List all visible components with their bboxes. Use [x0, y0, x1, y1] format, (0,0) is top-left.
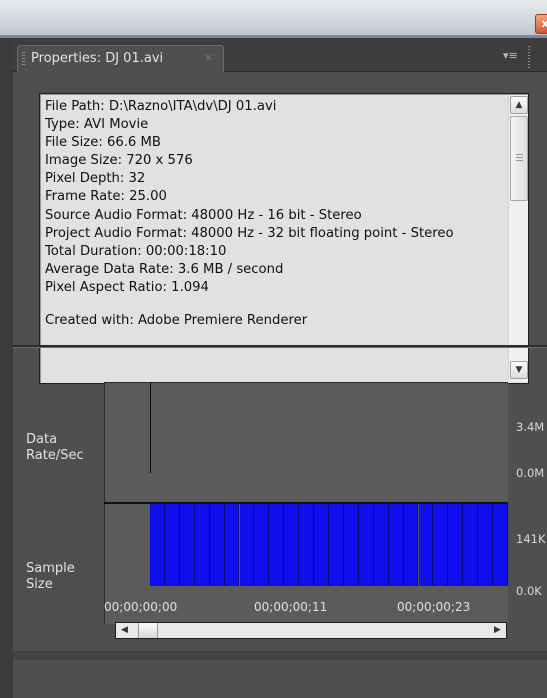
sample-size-bar: [448, 504, 464, 586]
prop-pixel-depth: Pixel Depth: 32: [45, 171, 146, 187]
prop-frame-rate: Frame Rate: 25.00: [45, 189, 167, 205]
data-rate-label-line2: Rate/Sec: [26, 448, 84, 463]
window-title-strip: [0, 0, 547, 38]
data-rate-label-line1: Data: [26, 432, 58, 447]
sample-size-bar: [373, 504, 389, 586]
sample-size-bar: [433, 504, 449, 586]
prop-image-size: Image Size: 720 x 576: [45, 153, 193, 169]
data-rate-row-label: Data Rate/Sec: [26, 432, 84, 464]
prop-average-data-rate: Average Data Rate: 3.6 MB / second: [45, 261, 284, 277]
sample-size-bar: [284, 504, 300, 586]
timecode-label: 00;00;00;23: [397, 600, 471, 614]
timeline-scrollbar[interactable]: ◀ ▶: [115, 622, 507, 639]
properties-text: File Path: D:\Razno\ITA\dv\DJ 01.avi Typ…: [45, 98, 505, 330]
sample-size-bar: [150, 504, 165, 586]
sample-size-row-label: Sample Size: [26, 561, 75, 593]
sample-size-bar: [254, 504, 270, 586]
sample-size-bar: [314, 504, 329, 586]
sample-size-bar: [329, 504, 344, 586]
tab-grip-icon[interactable]: [22, 52, 25, 66]
sample-size-bar: [463, 504, 479, 586]
sample-size-bar: [164, 504, 180, 586]
tab-close-icon[interactable]: ×: [204, 51, 213, 64]
scroll-up-arrow-icon[interactable]: ▲: [510, 96, 528, 114]
timecode-label: 00;00;00;11: [254, 600, 328, 614]
panel-tab-bar: Properties: DJ 01.avi × ▾≡: [13, 38, 547, 72]
data-rate-spike: [150, 382, 151, 473]
sample-size-bar: [403, 504, 419, 586]
sample-size-label-line1: Sample: [26, 561, 75, 576]
prop-pixel-aspect-ratio: Pixel Aspect Ratio: 1.094: [45, 279, 209, 295]
sample-size-bars: [150, 504, 508, 586]
sample-size-min-value: 0.0K: [516, 584, 542, 598]
prop-type: Type: AVI Movie: [45, 117, 149, 133]
prop-source-audio-format: Source Audio Format: 48000 Hz - 16 bit -…: [45, 207, 362, 223]
timecode-label: 00;00;00;00: [104, 600, 178, 614]
prop-spacer: [45, 297, 505, 312]
prop-file-path: File Path: D:\Razno\ITA\dv\DJ 01.avi: [45, 99, 277, 114]
sample-size-bar: [418, 504, 434, 586]
panel-left-edge: [0, 38, 13, 698]
section-separator-highlight: [13, 347, 547, 348]
properties-text-area[interactable]: File Path: D:\Razno\ITA\dv\DJ 01.avi Typ…: [39, 93, 529, 384]
scroll-right-arrow-icon[interactable]: ▶: [489, 623, 506, 638]
scrollbar-grip-icon: [516, 154, 523, 162]
sample-size-bar: [358, 504, 374, 586]
panel-resize-grip-icon[interactable]: [528, 46, 530, 68]
scroll-down-arrow-icon[interactable]: ▼: [510, 361, 528, 379]
panel-bottom-edge: [13, 651, 547, 660]
close-window-button[interactable]: x: [535, 14, 547, 34]
sample-size-bar: [299, 504, 315, 586]
sample-size-bar: [493, 504, 508, 586]
tab-properties-label: Properties: DJ 01.avi: [31, 51, 164, 66]
sample-size-bar: [343, 504, 359, 586]
sample-size-bar: [269, 504, 285, 586]
sample-size-bar: [388, 504, 404, 586]
sample-size-bar: [224, 504, 240, 586]
tab-properties[interactable]: Properties: DJ 01.avi ×: [17, 45, 224, 72]
sample-size-bar: [179, 504, 195, 586]
graph-top-border: [104, 382, 508, 383]
properties-window: x Properties: DJ 01.avi × ▾≡ File Path: …: [0, 0, 547, 698]
prop-file-size: File Size: 66.6 MB: [45, 135, 161, 151]
properties-scrollbar[interactable]: ▲ ▼: [508, 95, 528, 382]
data-rate-max-value: 3.4M: [516, 420, 545, 434]
panel-menu-icon[interactable]: ▾≡: [503, 50, 519, 62]
sample-size-max-value: 141K: [516, 532, 546, 546]
sample-size-bar: [194, 504, 210, 586]
prop-total-duration: Total Duration: 00:00:18:10: [45, 243, 227, 259]
properties-scrollbar-thumb[interactable]: [510, 116, 528, 201]
data-rate-min-value: 0.0M: [516, 466, 545, 480]
sample-size-bar: [239, 504, 255, 586]
sample-size-bar: [478, 504, 494, 586]
scroll-left-arrow-icon[interactable]: ◀: [116, 623, 133, 638]
data-rate-analysis-title: Data Rate Analysis: [104, 362, 227, 377]
timeline-scrollbar-thumb[interactable]: [138, 623, 158, 638]
sample-size-label-line2: Size: [26, 577, 53, 592]
sample-size-bar: [209, 504, 225, 586]
prop-created-with: Created with: Adobe Premiere Renderer: [45, 313, 308, 329]
prop-project-audio-format: Project Audio Format: 48000 Hz - 32 bit …: [45, 225, 454, 241]
